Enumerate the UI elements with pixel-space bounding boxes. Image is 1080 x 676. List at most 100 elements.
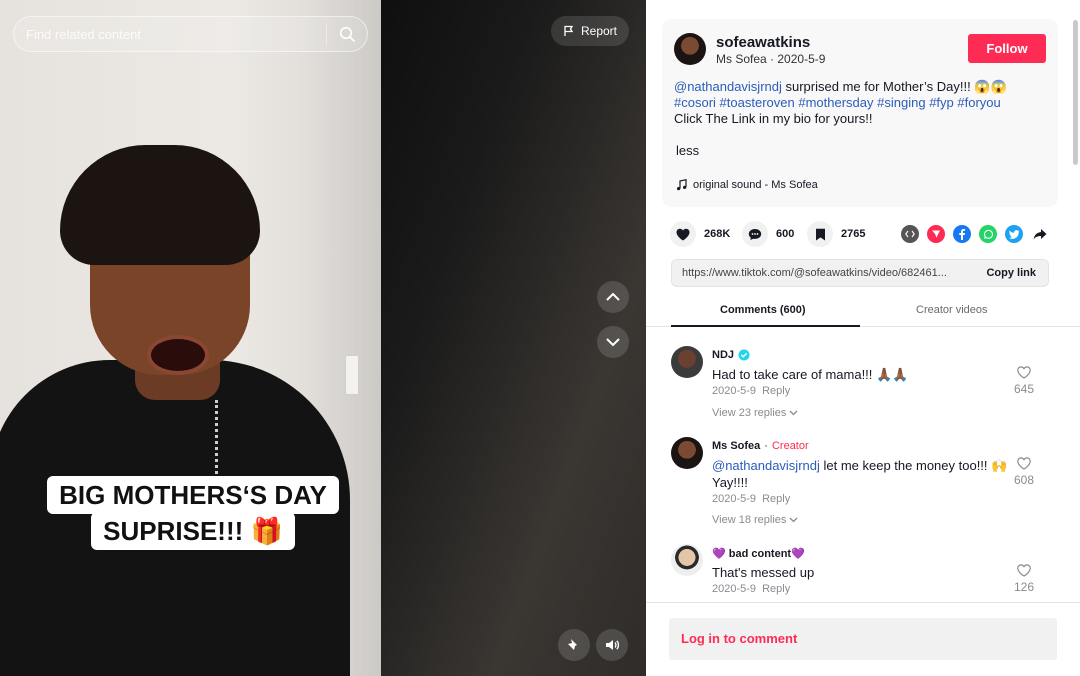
music-link[interactable]: original sound - Ms Sofea [676,179,818,191]
share-arrow-icon[interactable] [1031,225,1049,243]
hashtag-fyp[interactable]: #fyp [929,95,954,110]
chevron-down-icon [790,517,798,523]
view-replies-button[interactable]: View 18 replies [712,514,798,526]
follow-button[interactable]: Follow [968,34,1046,63]
view-replies-button[interactable]: View 23 replies [712,407,798,419]
person-hair [60,145,260,265]
creator-tag: Creator [771,440,809,452]
search-icon[interactable] [327,16,367,52]
commenter-avatar[interactable] [671,346,703,378]
commenter-avatar[interactable] [671,437,703,469]
save-stat: 2765 [807,221,865,247]
comment-like[interactable]: 608 [1009,457,1039,487]
search-bar[interactable] [13,16,368,52]
embed-icon[interactable] [901,225,919,243]
comment-like[interactable]: 645 [1009,366,1039,396]
login-to-comment-button[interactable]: Log in to comment [669,618,1057,660]
volume-button[interactable] [596,629,628,661]
commenter-avatar[interactable] [671,544,703,576]
comment-count: 600 [776,228,795,240]
previous-video-button[interactable] [597,281,629,313]
music-label: original sound - Ms Sofea [693,179,818,191]
hashtag-singing[interactable]: #singing [877,95,925,110]
description-mention[interactable]: @nathandavisjrndj [674,79,782,94]
chevron-down-icon [790,410,798,416]
whatsapp-icon[interactable] [979,225,997,243]
facebook-icon[interactable] [953,225,971,243]
video-caption: BIG MOTHERS‘S DAY SUPRISE!!! 🎁 [43,476,343,550]
heart-outline-icon [1017,564,1031,577]
volume-icon [606,640,620,650]
copy-link-button[interactable]: Copy link [986,267,1036,279]
active-tab-indicator [671,325,860,327]
author-display-name: Ms Sofea [716,52,767,66]
comment-item: 💜 bad content💜 That's messed up 2020-5-9… [671,544,1063,600]
comment-like[interactable]: 126 [1009,564,1039,594]
heart-outline-icon [1017,366,1031,379]
details-panel: sofeawatkins Ms Sofea · 2020-5-9 Follow … [646,0,1080,676]
comment-like-count: 126 [1013,580,1035,594]
commenter-name[interactable]: 💜 bad content💜 [712,547,805,560]
bookmark-icon[interactable] [807,221,833,247]
heart-icon[interactable] [670,221,696,247]
commenter-name[interactable]: Ms Sofea [712,440,760,452]
person-chain [215,400,223,480]
light-switch [345,355,359,395]
less-button[interactable]: less [676,143,699,158]
commenter-name[interactable]: NDJ [712,349,734,361]
description-text: surprised me for Mother’s Day!!! 😱😱 [781,79,1007,94]
creator-separator: · [764,440,768,452]
hashtag-mothersday[interactable]: #mothersday [798,95,873,110]
twitter-icon[interactable] [1005,225,1023,243]
save-count: 2765 [841,228,866,240]
heart-outline-icon [1017,457,1031,470]
video-player[interactable]: BIG MOTHERS‘S DAY SUPRISE!!! 🎁 Report [0,0,646,676]
panel-scrollbar[interactable] [1073,20,1078,165]
view-replies-label: View 23 replies [712,407,787,419]
description-line-3: Click The Link in my bio for yours!! [674,111,873,126]
post-card: sofeawatkins Ms Sofea · 2020-5-9 Follow … [662,19,1058,207]
author-username[interactable]: sofeawatkins [716,34,810,51]
next-video-button[interactable] [597,326,629,358]
comment-bubble-icon[interactable] [742,221,768,247]
video-frame[interactable]: BIG MOTHERS‘S DAY SUPRISE!!! 🎁 [0,0,381,676]
author-avatar[interactable] [674,33,706,65]
comment-meta: 2020-5-9 Reply [712,493,790,505]
comment-date: 2020-5-9 [712,583,757,595]
caption-line-2: SUPRISE!!! 🎁 [91,512,295,550]
tab-comments[interactable]: Comments (600) [720,304,806,316]
hashtag-cosori[interactable]: #cosori [674,95,716,110]
comment-date: 2020-5-9 [712,385,757,397]
comment-mention[interactable]: @nathandavisjrndj [712,458,820,473]
comment-meta: 2020-5-9 Reply [712,385,790,397]
report-label: Report [580,24,618,38]
video-link-url[interactable]: https://www.tiktok.com/@sofeawatkins/vid… [682,267,972,279]
search-input[interactable] [14,26,326,42]
send-to-friends-icon[interactable] [927,225,945,243]
tab-creator-videos[interactable]: Creator videos [916,304,988,316]
comment-stat: 600 [742,221,794,247]
view-replies-label: View 18 replies [712,514,787,526]
like-count: 268K [704,228,731,240]
comment-text: Had to take care of mama!!! 🙏🏾🙏🏾 [712,367,909,382]
reply-button[interactable]: Reply [762,493,790,505]
post-description: @nathandavisjrndj surprised me for Mothe… [674,79,1044,127]
hashtag-toasteroven[interactable]: #toasteroven [720,95,795,110]
music-note-icon [677,179,687,191]
comment-item: Ms Sofea · Creator @nathandavisjrndj let… [671,437,1063,529]
comment-item: NDJ Had to take care of mama!!! 🙏🏾🙏🏾 202… [671,346,1063,426]
caption-line-1: BIG MOTHERS‘S DAY [47,476,339,514]
person-mouth [147,335,209,375]
reply-button[interactable]: Reply [762,385,790,397]
reply-button[interactable]: Reply [762,583,790,595]
post-date: 2020-5-9 [777,52,826,66]
chevron-up-icon [606,292,620,301]
like-stat: 268K [670,221,730,247]
verified-badge-icon [738,349,750,361]
hashtag-foryou[interactable]: #foryou [957,95,1000,110]
floating-player-button[interactable] [558,629,590,661]
report-button[interactable]: Report [551,16,629,46]
action-row: 268K 600 2765 [670,220,1050,248]
comment-like-count: 608 [1013,473,1035,487]
comment-text: That's messed up [712,565,815,580]
